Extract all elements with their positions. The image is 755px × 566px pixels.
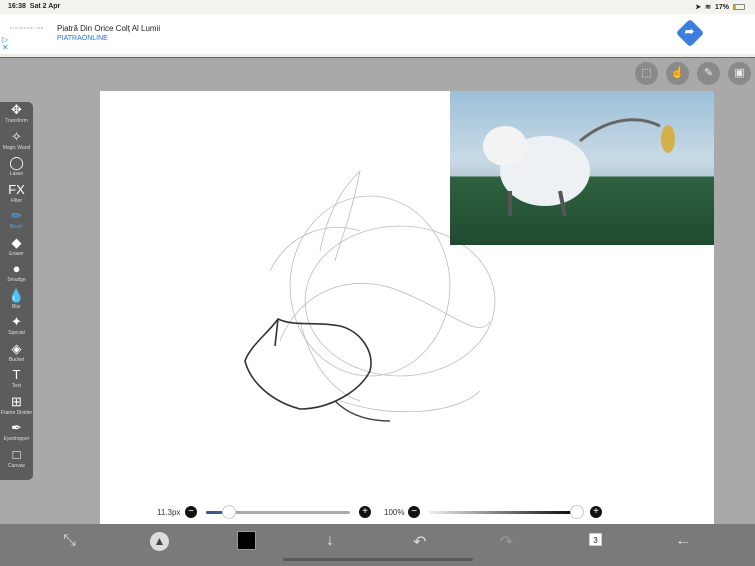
tool-brush[interactable]: ✏ Brush [0,208,33,235]
tool-label: Canvas [8,462,25,469]
hand-button[interactable]: ☝ [666,62,689,85]
brush-size-knob[interactable] [222,505,236,519]
back-icon[interactable]: ← [675,532,691,550]
status-bar: 16:38 Sat 2 Apr ➤ ≋ 17% [0,0,755,14]
eyedropper-icon: ✒ [11,420,22,435]
undo-icon[interactable]: ↶ [413,532,426,552]
wifi-icon: ≋ [705,4,711,11]
opacity-slider[interactable] [429,511,579,514]
creature-image [483,118,675,217]
battery-icon [733,4,745,10]
tool-label: Smudge [7,277,26,283]
tool-label: Frame Divider [0,409,33,416]
size-increase-button[interactable]: + [359,506,371,518]
download-icon[interactable]: ↓ [326,532,334,550]
brush-size-value: 11.3px [157,508,181,517]
battery-text: 17% [714,3,729,11]
reference-image[interactable] [450,91,714,245]
ad-logo: PIATRAONLINE [10,26,44,30]
selection-button[interactable]: ⬚ [635,62,658,85]
tool-canvas[interactable]: □ Canvas [0,447,33,474]
transform-icon: ✥ [11,102,22,117]
status-time: 16:38 Sat 2 Apr [8,3,61,10]
selection-icon: ⬚ [641,67,652,79]
special-icon: ✦ [11,314,22,329]
brush-preset-icon[interactable]: ▲ [150,532,169,551]
ad-go-button[interactable]: ➦ [675,18,705,48]
tool-filter[interactable]: FX Filter [0,182,33,209]
canvas-icon: □ [12,446,21,462]
tool-magic-wand[interactable]: ✧ Magic Wand [0,129,33,156]
tool-eyedropper[interactable]: ✒ Eyedropper [0,420,33,447]
ad-banner[interactable]: PIATRAONLINE Piatră Din Orice Colț Al Lu… [0,14,755,54]
tool-label: Eyedropper [3,436,30,442]
tool-label: Brush [9,224,24,230]
tool-label: Special [8,330,25,336]
text-icon: T [12,367,21,382]
tool-label: Text [11,383,22,389]
opacity-decrease-button[interactable]: − [408,506,420,518]
divider [0,54,755,58]
brush-settings-bar: 11.3px − + 100% − + [100,500,714,524]
tool-label: Transform [5,118,28,124]
color-swatch[interactable] [237,531,256,550]
ad-close-icon[interactable]: ▷ ✕ [2,36,9,52]
tool-label: Lasso [9,171,24,177]
tool-label: Blur [12,303,21,310]
opacity-knob[interactable] [570,505,584,519]
tool-panel: ✥ Transform ✧ Magic Wand ◯ Lasso FX Filter ✏ Brus… [0,102,33,480]
layers-button[interactable]: 3 [589,533,602,546]
blur-icon: 💧 [8,287,25,303]
smudge-icon: ● [12,261,21,276]
ad-title[interactable]: Piatră Din Orice Colț Al Lumii [57,24,160,33]
opacity-value: 100% [384,508,405,517]
pencil-icon: ✎ [703,67,714,79]
brush-icon: ✏ [11,208,22,223]
tool-special[interactable]: ✦ Special [0,314,33,341]
tool-label: Bucket [8,356,25,363]
home-indicator[interactable] [283,558,473,561]
bucket-icon: ◈ [11,340,22,356]
magic-wand-icon: ✧ [11,128,22,144]
image-icon: ▣ [734,67,745,79]
opacity-increase-button[interactable]: + [590,506,602,518]
location-icon: ➤ [695,4,702,11]
image-button[interactable]: ▣ [728,62,751,85]
frame-divider-icon: ⊞ [11,393,22,409]
transform-layer-icon[interactable]: ⤡ [63,532,76,550]
pencil-button[interactable]: ✎ [697,62,720,85]
eraser-icon: ◆ [11,234,22,250]
tool-transform[interactable]: ✥ Transform [0,102,33,129]
tool-bucket[interactable]: ◈ Bucket [0,341,33,368]
hand-icon: ☝ [670,67,685,79]
filter-icon: FX [8,181,25,197]
redo-icon[interactable]: ↷ [500,532,513,552]
tool-frame-divider[interactable]: ⊞ Frame Divider [0,394,33,421]
tool-blur[interactable]: 💧 Blur [0,288,33,315]
tool-label: Magic Wand [2,144,31,151]
tool-eraser[interactable]: ◆ Eraser [0,235,33,262]
tool-lasso[interactable]: ◯ Lasso [0,155,33,182]
arrow-right-icon: ➦ [684,26,694,39]
tool-text[interactable]: T Text [0,367,33,394]
tool-smudge[interactable]: ● Smudge [0,261,33,288]
tool-label: Filter [10,197,23,204]
size-decrease-button[interactable]: − [185,506,197,518]
ad-sponsor[interactable]: PIATRAONLINE [57,35,108,42]
tool-label: Eraser [9,250,24,257]
lasso-icon: ◯ [9,155,24,170]
